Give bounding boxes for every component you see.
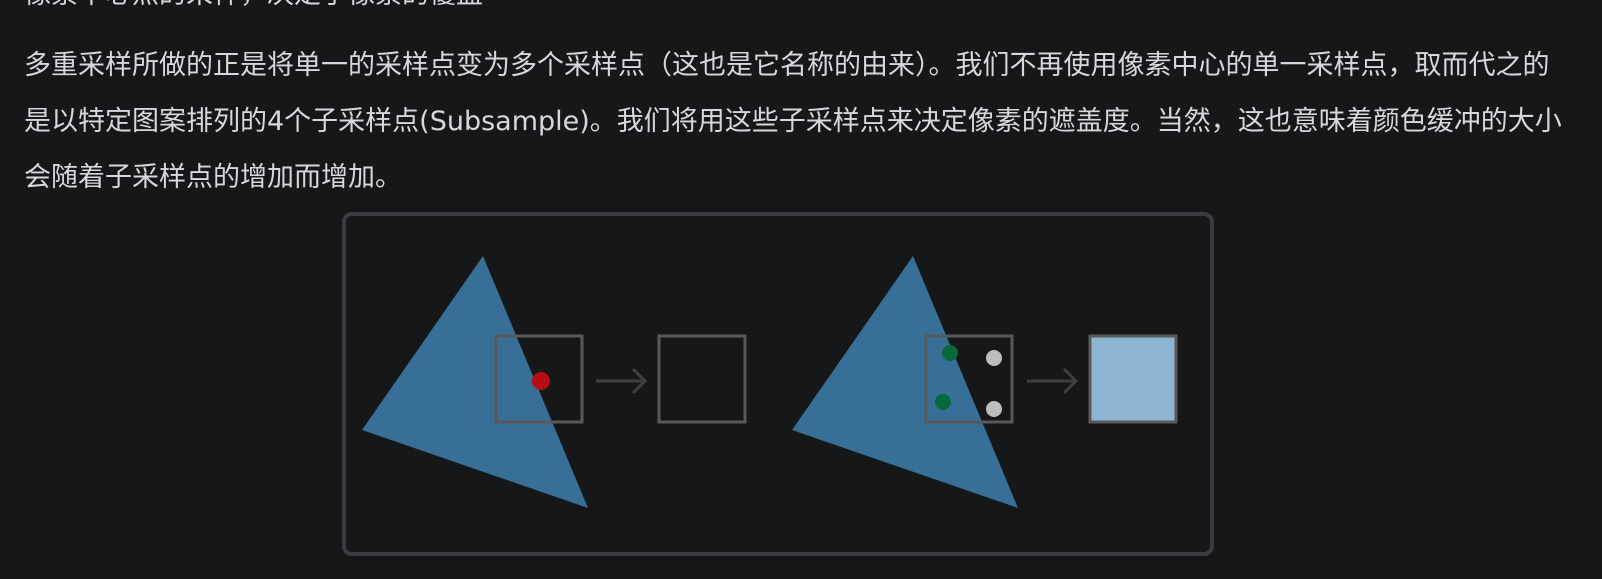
triangle-left xyxy=(362,256,588,508)
subsample-uncovered-top xyxy=(986,350,1002,366)
pixel-result-partial-coverage xyxy=(1088,334,1178,424)
arrow-icon xyxy=(596,367,648,395)
subsample-covered-bottom xyxy=(935,394,951,410)
cut-off-text-line: 像素中心点的采样，决定了像素的覆盖 xyxy=(24,0,483,10)
pixel-result-empty xyxy=(657,334,747,424)
subsample-uncovered-bottom xyxy=(986,401,1002,417)
arrow-icon xyxy=(1027,367,1079,395)
subsample-covered-top xyxy=(942,345,958,361)
article-paragraph: 多重采样所做的正是将单一的采样点变为多个采样点（这也是它名称的由来）。我们不再使… xyxy=(24,50,1562,193)
multisample-figure xyxy=(342,212,1214,556)
triangle-right xyxy=(792,256,1018,508)
single-sample-point xyxy=(532,372,550,390)
multisample-diagram xyxy=(362,256,1178,508)
